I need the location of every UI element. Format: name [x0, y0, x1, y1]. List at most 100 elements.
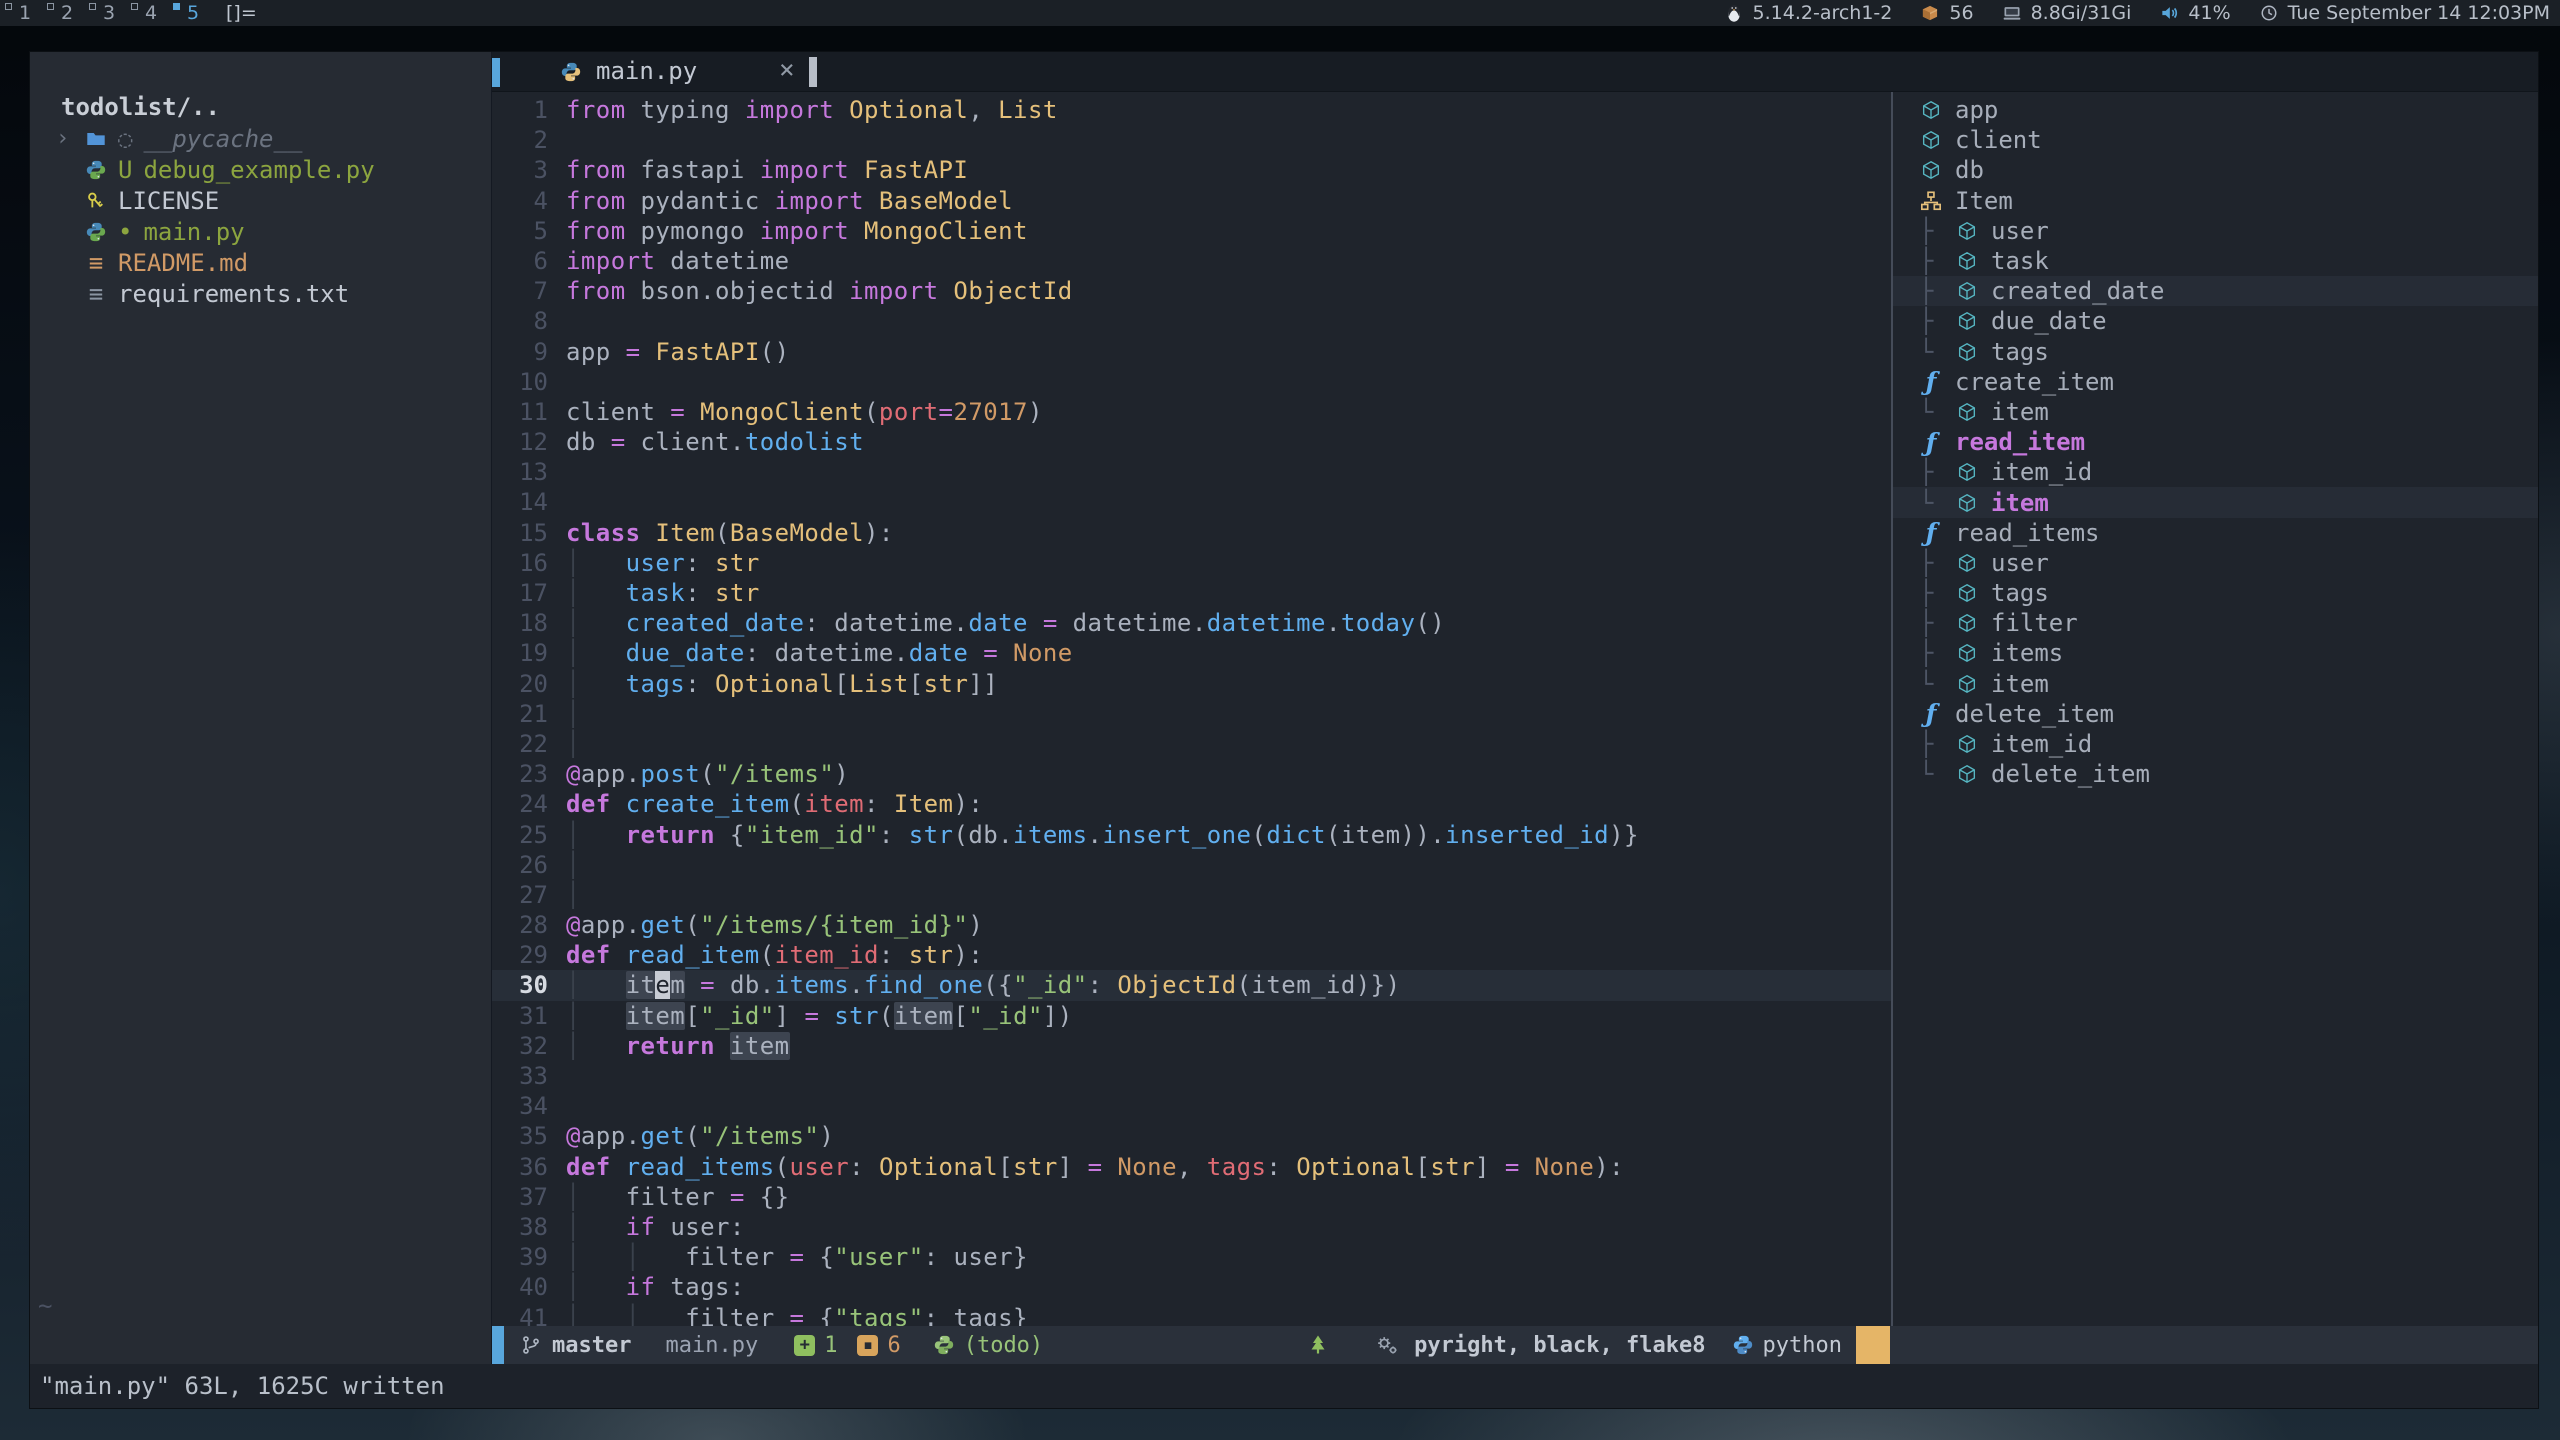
symbol-app[interactable]: app: [1893, 95, 2538, 125]
file-explorer-root[interactable]: todolist/..: [30, 92, 491, 123]
code-line-24[interactable]: 24def create_item(item: Item):: [492, 789, 1891, 819]
line-content: │ user: str: [566, 548, 760, 578]
symbol-db[interactable]: db: [1893, 155, 2538, 185]
code-line-6[interactable]: 6import datetime: [492, 246, 1891, 276]
symbol-name: app: [1955, 96, 1998, 124]
tree-item-__pycache__[interactable]: ›◌__pycache__: [30, 123, 491, 154]
tree-item-main.py[interactable]: •main.py: [30, 216, 491, 247]
file-name[interactable]: debug_example.py: [143, 156, 374, 184]
symbol-tags[interactable]: └tags: [1893, 337, 2538, 367]
symbol-Item[interactable]: Item: [1893, 186, 2538, 216]
code-line-10[interactable]: 10: [492, 367, 1891, 397]
tree-item-LICENSE[interactable]: LICENSE: [30, 185, 491, 216]
code-line-5[interactable]: 5from pymongo import MongoClient: [492, 216, 1891, 246]
code-line-29[interactable]: 29def read_item(item_id: str):: [492, 940, 1891, 970]
code-line-7[interactable]: 7from bson.objectid import ObjectId: [492, 276, 1891, 306]
tab-main-py[interactable]: main.py: [596, 57, 697, 85]
code-line-20[interactable]: 20│ tags: Optional[List[str]]: [492, 669, 1891, 699]
code-line-36[interactable]: 36def read_items(user: Optional[str] = N…: [492, 1152, 1891, 1182]
symbol-user[interactable]: ├user: [1893, 548, 2538, 578]
code-line-30[interactable]: 30│ item = db.items.find_one({"_id": Obj…: [492, 970, 1891, 1000]
line-content: │ return {"item_id": str(db.items.insert…: [566, 820, 1639, 850]
file-name[interactable]: README.md: [118, 249, 248, 277]
code-buffer[interactable]: 1from typing import Optional, List23from…: [492, 92, 1891, 1326]
code-line-25[interactable]: 25│ return {"item_id": str(db.items.inse…: [492, 820, 1891, 850]
file-name[interactable]: __pycache__: [143, 125, 302, 153]
code-line-4[interactable]: 4from pydantic import BaseModel: [492, 186, 1891, 216]
code-line-23[interactable]: 23@app.post("/items"): [492, 759, 1891, 789]
symbol-created_date[interactable]: ├created_date: [1893, 276, 2538, 306]
code-line-9[interactable]: 9app = FastAPI(): [492, 337, 1891, 367]
workspace-tag-1[interactable]: 1: [0, 0, 42, 26]
code-line-33[interactable]: 33: [492, 1061, 1891, 1091]
symbol-read_items[interactable]: ƒread_items: [1893, 518, 2538, 548]
code-line-19[interactable]: 19│ due_date: datetime.date = None: [492, 638, 1891, 668]
file-name[interactable]: requirements.txt: [118, 280, 349, 308]
variable-cube-icon: [1955, 762, 1979, 786]
diff-added-count: 1: [824, 1333, 837, 1358]
code-line-15[interactable]: 15class Item(BaseModel):: [492, 518, 1891, 548]
symbol-item[interactable]: └item: [1893, 397, 2538, 427]
symbol-item[interactable]: └item: [1893, 669, 2538, 699]
symbol-client[interactable]: client: [1893, 125, 2538, 155]
code-line-2[interactable]: 2: [492, 125, 1891, 155]
file-explorer-panel: todolist/.. ›◌__pycache__Udebug_example.…: [30, 52, 492, 1364]
symbol-tags[interactable]: ├tags: [1893, 578, 2538, 608]
code-line-26[interactable]: 26│: [492, 850, 1891, 880]
symbol-items[interactable]: ├items: [1893, 638, 2538, 668]
tree-item-debug_example.py[interactable]: Udebug_example.py: [30, 154, 491, 185]
symbol-item[interactable]: └item: [1893, 487, 2538, 517]
file-name[interactable]: LICENSE: [118, 187, 219, 215]
tab-close-icon[interactable]: ×: [779, 55, 795, 85]
code-line-13[interactable]: 13: [492, 457, 1891, 487]
code-line-31[interactable]: 31│ item["_id"] = str(item["_id"]): [492, 1001, 1891, 1031]
code-line-22[interactable]: 22│: [492, 729, 1891, 759]
code-line-21[interactable]: 21│: [492, 699, 1891, 729]
symbol-read_item[interactable]: ƒread_item: [1893, 427, 2538, 457]
tree-item-README.md[interactable]: ≡README.md: [30, 247, 491, 278]
code-line-28[interactable]: 28@app.get("/items/{item_id}"): [492, 910, 1891, 940]
code-line-32[interactable]: 32│ return item: [492, 1031, 1891, 1061]
code-line-14[interactable]: 14: [492, 487, 1891, 517]
code-line-1[interactable]: 1from typing import Optional, List: [492, 95, 1891, 125]
line-number: 3: [492, 155, 566, 185]
code-line-12[interactable]: 12db = client.todolist: [492, 427, 1891, 457]
code-line-35[interactable]: 35@app.get("/items"): [492, 1121, 1891, 1151]
code-line-3[interactable]: 3from fastapi import FastAPI: [492, 155, 1891, 185]
workspace-tag-2[interactable]: 2: [42, 0, 84, 26]
symbol-task[interactable]: ├task: [1893, 246, 2538, 276]
code-line-40[interactable]: 40│ if tags:: [492, 1272, 1891, 1302]
command-line[interactable]: "main.py" 63L, 1625C written: [30, 1364, 2538, 1408]
symbol-filter[interactable]: ├filter: [1893, 608, 2538, 638]
symbol-name: read_items: [1955, 519, 2100, 547]
code-line-11[interactable]: 11client = MongoClient(port=27017): [492, 397, 1891, 427]
variable-cube-icon: [1955, 581, 1979, 605]
symbol-user[interactable]: ├user: [1893, 216, 2538, 246]
symbol-due_date[interactable]: ├due_date: [1893, 306, 2538, 336]
symbol-delete_item[interactable]: ƒdelete_item: [1893, 699, 2538, 729]
code-line-38[interactable]: 38│ if user:: [492, 1212, 1891, 1242]
chevron-right-icon[interactable]: ›: [56, 126, 69, 151]
line-content: │ item = db.items.find_one({"_id": Objec…: [566, 970, 1401, 1000]
code-line-8[interactable]: 8: [492, 306, 1891, 336]
tree-guide: └: [1919, 670, 1943, 698]
code-line-16[interactable]: 16│ user: str: [492, 548, 1891, 578]
code-line-34[interactable]: 34: [492, 1091, 1891, 1121]
code-line-39[interactable]: 39│ │ filter = {"user": user}: [492, 1242, 1891, 1272]
code-line-37[interactable]: 37│ filter = {}: [492, 1182, 1891, 1212]
symbol-item_id[interactable]: ├item_id: [1893, 729, 2538, 759]
workspace-tag-4[interactable]: 4: [126, 0, 168, 26]
code-line-17[interactable]: 17│ task: str: [492, 578, 1891, 608]
file-name[interactable]: main.py: [143, 218, 244, 246]
symbol-create_item[interactable]: ƒcreate_item: [1893, 367, 2538, 397]
line-number: 26: [492, 850, 566, 880]
workspace-tag-3[interactable]: 3: [84, 0, 126, 26]
symbol-item_id[interactable]: ├item_id: [1893, 457, 2538, 487]
workspace-tag-5[interactable]: 5: [168, 0, 210, 26]
code-line-27[interactable]: 27│: [492, 880, 1891, 910]
tree-item-requirements.txt[interactable]: ≡requirements.txt: [30, 278, 491, 309]
symbol-delete_item[interactable]: └delete_item: [1893, 759, 2538, 789]
code-line-18[interactable]: 18│ created_date: datetime.date = dateti…: [492, 608, 1891, 638]
line-number: 25: [492, 820, 566, 850]
bar-item-penguin: 5.14.2-arch1-2: [1724, 2, 1893, 24]
